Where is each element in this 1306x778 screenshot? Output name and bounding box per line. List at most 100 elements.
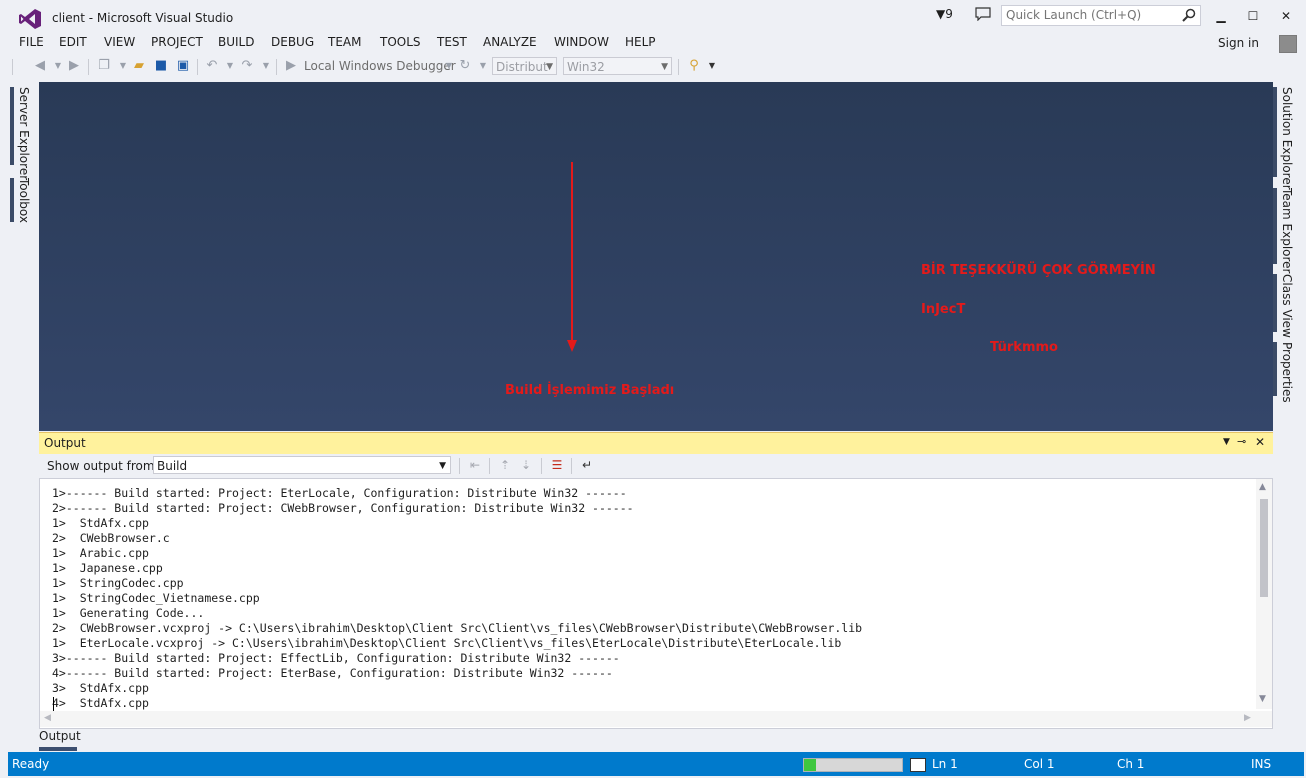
maximize-button[interactable]: ☐ xyxy=(1240,6,1266,26)
feedback-icon[interactable] xyxy=(975,7,991,21)
close-window-button[interactable]: ✕ xyxy=(1273,6,1299,26)
account-avatar[interactable] xyxy=(1279,35,1297,53)
menu-tools[interactable]: TOOLS xyxy=(380,35,421,49)
quick-launch-box[interactable] xyxy=(1001,5,1201,26)
open-file-icon[interactable]: ▰ xyxy=(131,58,147,74)
solution-platform-combo[interactable]: Win32 ▼ xyxy=(563,57,672,75)
scroll-right-icon[interactable]: ▶ xyxy=(1244,713,1251,723)
vertical-scrollbar[interactable]: ▲ ▼ xyxy=(1256,479,1272,709)
chevron-down-icon: ▼ xyxy=(661,62,668,72)
previous-message-icon[interactable]: ⇡ xyxy=(497,457,513,473)
quick-launch-input[interactable] xyxy=(1002,6,1176,23)
start-debug-icon[interactable]: ▶ xyxy=(283,58,299,74)
tab-properties[interactable]: Properties xyxy=(1280,342,1294,403)
tab-indicator xyxy=(1273,188,1277,264)
undo-icon[interactable]: ↶ xyxy=(204,58,220,74)
tab-team-explorer[interactable]: Team Explorer xyxy=(1280,188,1294,274)
find-message-in-code-icon[interactable]: ⇤ xyxy=(467,457,483,473)
build-progress-icon[interactable] xyxy=(910,758,926,772)
tab-indicator xyxy=(39,747,77,751)
toolbar-options-icon[interactable]: ▼ xyxy=(704,58,720,74)
solution-config-combo[interactable]: Distribut ▼ xyxy=(492,57,557,75)
toolbar-separator xyxy=(489,458,490,474)
toolbar-separator xyxy=(571,458,572,474)
menu-team[interactable]: TEAM xyxy=(328,35,361,49)
toolbar-grip xyxy=(12,59,13,75)
status-line: Ln 1 xyxy=(932,757,958,771)
output-window-title: Output xyxy=(44,436,86,450)
notifications-button[interactable]: ▼9 xyxy=(936,7,953,21)
redo-dropdown-icon[interactable]: ▼ xyxy=(258,58,274,74)
tab-output[interactable]: Output xyxy=(39,729,99,751)
output-line: 3>------ Build started: Project: EffectL… xyxy=(52,651,620,665)
close-pane-icon[interactable]: ✕ xyxy=(1255,435,1265,449)
find-in-files-icon[interactable]: ⚲ xyxy=(686,58,702,74)
undo-dropdown-icon[interactable]: ▼ xyxy=(222,58,238,74)
auto-hide-pin-icon[interactable]: ⊸ xyxy=(1237,435,1246,448)
scroll-up-icon[interactable]: ▲ xyxy=(1259,482,1266,492)
show-output-from-select[interactable]: Build ▼ xyxy=(153,456,451,474)
scroll-down-icon[interactable]: ▼ xyxy=(1259,694,1266,704)
menu-help[interactable]: HELP xyxy=(625,35,656,49)
clear-all-icon[interactable]: ☰ xyxy=(549,457,565,473)
status-bar: Ready Ln 1 Col 1 Ch 1 INS xyxy=(8,752,1304,776)
scroll-left-icon[interactable]: ◀ xyxy=(44,713,51,723)
menu-debug[interactable]: DEBUG xyxy=(271,35,314,49)
next-message-icon[interactable]: ⇣ xyxy=(518,457,534,473)
menu-view[interactable]: VIEW xyxy=(104,35,135,49)
status-char: Ch 1 xyxy=(1117,757,1145,771)
annotation-arrow-icon xyxy=(567,162,577,352)
minimize-button[interactable]: ▁ xyxy=(1208,6,1234,26)
menu-edit[interactable]: EDIT xyxy=(59,35,87,49)
new-project-dropdown-icon[interactable]: ▼ xyxy=(115,58,131,74)
visual-studio-logo-icon xyxy=(19,9,41,29)
output-text-pane[interactable]: 1>------ Build started: Project: EterLoc… xyxy=(39,478,1273,729)
tab-server-explorer[interactable]: Server Explorer xyxy=(17,87,31,180)
tab-solution-explorer[interactable]: Solution Explorer xyxy=(1280,87,1294,190)
tab-class-view[interactable]: Class View xyxy=(1280,274,1294,338)
standard-toolbar: ◀ ▼ ▶ ❐ ▼ ▰ ■ ▣ ↶ ▼ ↷ ▼ ▶ Local Windows … xyxy=(0,54,1306,80)
status-insert-mode: INS xyxy=(1251,757,1272,771)
scrollbar-thumb[interactable] xyxy=(1260,499,1268,597)
output-window-header[interactable]: Output ▼ ⊸ ✕ xyxy=(39,432,1273,454)
save-icon[interactable]: ■ xyxy=(153,58,169,74)
output-line: 1> Generating Code... xyxy=(52,606,205,620)
new-project-icon[interactable]: ❐ xyxy=(96,58,112,74)
solution-platform-value: Win32 xyxy=(567,60,605,74)
output-line: 3> StdAfx.cpp xyxy=(52,681,149,695)
tab-toolbox[interactable]: Toolbox xyxy=(17,178,31,223)
menu-window[interactable]: WINDOW xyxy=(554,35,609,49)
back-dropdown-icon[interactable]: ▼ xyxy=(50,58,66,74)
notification-count: 9 xyxy=(945,7,953,21)
menu-file[interactable]: FILE xyxy=(19,35,44,49)
chevron-down-icon: ▼ xyxy=(546,62,553,72)
menu-analyze[interactable]: ANALYZE xyxy=(483,35,537,49)
debugger-label[interactable]: Local Windows Debugger xyxy=(304,59,456,73)
show-output-from-label: Show output from: xyxy=(47,459,159,473)
toolbar-separator xyxy=(88,59,89,75)
window-title: client - Microsoft Visual Studio xyxy=(52,11,234,25)
redo-icon[interactable]: ↷ xyxy=(239,58,255,74)
output-line: 1>------ Build started: Project: EterLoc… xyxy=(52,486,627,500)
navigate-forward-icon[interactable]: ▶ xyxy=(66,58,82,74)
output-line: 2> CWebBrowser.vcxproj -> C:\Users\ibrah… xyxy=(52,621,863,635)
progress-fill xyxy=(804,759,816,771)
annotation-thanks: BİR TEŞEKKÜRÜ ÇOK GÖRMEYİN xyxy=(921,263,1156,278)
debugger-dropdown-icon[interactable]: ▼ xyxy=(441,58,457,74)
sign-in-link[interactable]: Sign in xyxy=(1218,36,1259,50)
save-all-icon[interactable]: ▣ xyxy=(175,58,191,74)
toggle-word-wrap-icon[interactable]: ↵ xyxy=(579,457,595,473)
search-icon[interactable] xyxy=(1182,8,1196,22)
refresh-dropdown-icon[interactable]: ▼ xyxy=(475,58,491,74)
window-position-dropdown-icon[interactable]: ▼ xyxy=(1223,437,1230,447)
navigate-back-icon[interactable]: ◀ xyxy=(32,58,48,74)
output-line: 1> Arabic.cpp xyxy=(52,546,149,560)
menu-project[interactable]: PROJECT xyxy=(151,35,203,49)
menu-build[interactable]: BUILD xyxy=(218,35,254,49)
refresh-icon[interactable]: ↻ xyxy=(457,58,473,74)
output-line: 2> CWebBrowser.c xyxy=(52,531,170,545)
horizontal-scrollbar[interactable]: ◀ ▶ xyxy=(40,711,1272,727)
output-line: 1> EterLocale.vcxproj -> C:\Users\ibrahi… xyxy=(52,636,842,650)
menu-test[interactable]: TEST xyxy=(437,35,467,49)
output-line: 1> StringCodec_Vietnamese.cpp xyxy=(52,591,260,605)
